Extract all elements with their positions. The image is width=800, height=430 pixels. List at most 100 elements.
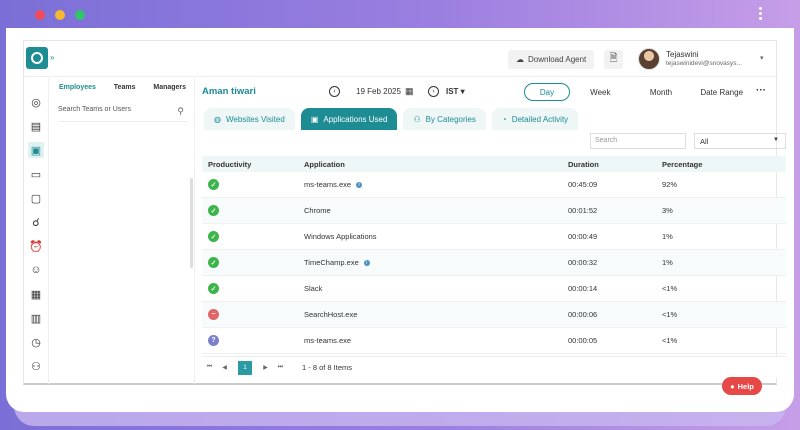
calendar-icon[interactable]: ▥ bbox=[28, 310, 44, 326]
info-icon[interactable]: i bbox=[363, 259, 370, 266]
timezone-select[interactable]: IST ▾ bbox=[446, 87, 465, 96]
range-month-button[interactable]: Month bbox=[631, 88, 692, 97]
window-menu-icon[interactable] bbox=[757, 5, 763, 22]
main-content: Aman tiwari ‹ 19 Feb 2025 ▦ › IST ▾ Day … bbox=[196, 78, 786, 384]
activity-icon[interactable]: ▣ bbox=[28, 142, 44, 158]
table-row[interactable]: − SearchHost.exe 00:00:06 <1% bbox=[202, 302, 786, 328]
info-icon[interactable]: i bbox=[356, 181, 363, 188]
caret-down-icon: ▼ bbox=[773, 137, 779, 143]
table-row[interactable]: ✓ Windows Applications 00:00:49 1% bbox=[202, 224, 786, 250]
duration-cell: 00:00:05 bbox=[568, 336, 598, 345]
alarm-icon[interactable]: ⏰ bbox=[28, 238, 44, 254]
next-page-icon[interactable]: ▶ bbox=[258, 364, 273, 371]
user-menu[interactable]: Tejaswini tejaswinidevi@snovasys... ▾ bbox=[634, 48, 774, 70]
minus-circle-icon: − bbox=[208, 309, 219, 320]
table-row[interactable]: ✓ ms-teams.exe i 00:45:09 92% bbox=[202, 172, 786, 198]
employee-name: Aman tiwari bbox=[202, 86, 256, 97]
reports-icon[interactable]: ▤ bbox=[28, 118, 44, 134]
application-name: Slack bbox=[304, 284, 323, 293]
application-cell: TimeChamp.exe i bbox=[304, 258, 568, 267]
monitor-icon[interactable]: ▭ bbox=[28, 166, 44, 182]
apps-icon: ▣ bbox=[310, 114, 319, 124]
avatar bbox=[638, 48, 660, 70]
table-search-input[interactable]: Search bbox=[590, 133, 686, 149]
app-logo-icon[interactable] bbox=[26, 47, 48, 69]
last-page-icon[interactable]: ⏭ bbox=[273, 364, 288, 371]
org-chart-icon[interactable]: ⚇ bbox=[28, 358, 44, 374]
check-circle-icon: ✓ bbox=[208, 283, 219, 294]
user-icon[interactable]: ☺ bbox=[28, 262, 44, 278]
application-name: ms-teams.exe bbox=[304, 336, 352, 345]
duration-cell: 00:00:49 bbox=[568, 232, 598, 241]
window-minimize-dot[interactable] bbox=[55, 10, 65, 20]
tab-websites-visited[interactable]: ◍ Websites Visited bbox=[204, 108, 295, 130]
duration-cell: 00:01:52 bbox=[568, 206, 598, 215]
document-icon[interactable]: 🗎 bbox=[604, 50, 623, 69]
question-circle-icon: ? bbox=[208, 335, 219, 346]
col-duration[interactable]: Duration bbox=[568, 160, 662, 169]
tab-label: Detailed Activity bbox=[511, 114, 569, 124]
calendar-picker-icon[interactable]: ▦ bbox=[405, 86, 414, 97]
team-user-search-input[interactable]: Search Teams or Users ⚲ bbox=[58, 106, 188, 122]
timezone-label: IST bbox=[446, 87, 459, 96]
next-date-icon[interactable]: › bbox=[428, 86, 439, 97]
chevron-down-icon: ▾ bbox=[760, 55, 764, 62]
check-circle-icon: ✓ bbox=[208, 205, 219, 216]
tab-employees[interactable]: Employees bbox=[59, 84, 96, 98]
table-row[interactable]: ? ms-teams.exe 00:00:05 <1% bbox=[202, 328, 786, 354]
col-application[interactable]: Application bbox=[304, 160, 568, 169]
application-name: ms-teams.exe bbox=[304, 180, 352, 189]
expand-arrows-icon[interactable]: » bbox=[50, 53, 54, 62]
productivity-cell: ✓ bbox=[202, 283, 304, 294]
briefcase-icon[interactable]: ▦ bbox=[28, 286, 44, 302]
app-frame: » ☁ Download Agent 🗎 Tejaswini tejaswini… bbox=[23, 40, 786, 385]
check-circle-icon: ✓ bbox=[208, 257, 219, 268]
range-week-button[interactable]: Week bbox=[570, 88, 631, 97]
table-row[interactable]: ✓ Slack 00:00:14 <1% bbox=[202, 276, 786, 302]
tab-teams[interactable]: Teams bbox=[114, 84, 136, 98]
range-date-range-button[interactable]: Date Range bbox=[691, 88, 752, 97]
lightbulb-icon[interactable]: ☌ bbox=[28, 214, 44, 230]
percentage-cell: 3% bbox=[662, 206, 673, 215]
check-circle-icon: ✓ bbox=[208, 231, 219, 242]
prev-date-icon[interactable]: ‹ bbox=[329, 86, 340, 97]
percentage-cell: <1% bbox=[662, 336, 678, 345]
percentage-cell: 92% bbox=[662, 180, 678, 189]
tab-label: Applications Used bbox=[323, 114, 388, 124]
tab-detailed-activity[interactable]: ◔ Detailed Activity bbox=[491, 108, 579, 130]
productivity-cell: ✓ bbox=[202, 179, 304, 190]
search-placeholder: Search Teams or Users bbox=[58, 106, 132, 113]
table-header: Productivity Application Duration Percen… bbox=[202, 156, 786, 172]
dashboard-icon[interactable]: ◎ bbox=[28, 94, 44, 110]
productivity-filter-select[interactable]: All ▼ bbox=[694, 133, 786, 149]
percentage-cell: 1% bbox=[662, 232, 673, 241]
tab-managers[interactable]: Managers bbox=[153, 84, 186, 98]
duration-cell: 00:00:06 bbox=[568, 310, 598, 319]
filter-value: All bbox=[700, 137, 709, 146]
tab-by-categories[interactable]: ⚇ By Categories bbox=[403, 108, 486, 130]
application-name: TimeChamp.exe bbox=[304, 258, 359, 267]
application-name: SearchHost.exe bbox=[304, 310, 358, 319]
applications-table: Productivity Application Duration Percen… bbox=[202, 156, 786, 354]
prev-page-icon[interactable]: ◀ bbox=[217, 364, 232, 371]
col-percentage[interactable]: Percentage bbox=[662, 160, 786, 169]
tv-icon[interactable]: ▢ bbox=[28, 190, 44, 206]
range-day-button[interactable]: Day bbox=[524, 83, 570, 101]
user-email: tejaswinidevi@snovasys... bbox=[666, 60, 742, 67]
current-page[interactable]: 1 bbox=[238, 360, 252, 375]
help-button[interactable]: ● Help bbox=[722, 377, 762, 395]
table-row[interactable]: ✓ Chrome 00:01:52 3% bbox=[202, 198, 786, 224]
panel-scrollbar[interactable] bbox=[190, 178, 193, 268]
download-agent-button[interactable]: ☁ Download Agent bbox=[508, 50, 595, 69]
first-page-icon[interactable]: ⏮ bbox=[202, 364, 217, 371]
more-options-icon[interactable]: ··· bbox=[756, 85, 766, 96]
activity-tabs: ◍ Websites Visited ▣ Applications Used ⚇ By… bbox=[204, 108, 579, 130]
tab-applications-used[interactable]: ▣ Applications Used bbox=[300, 108, 398, 130]
table-row[interactable]: ✓ TimeChamp.exe i 00:00:32 1% bbox=[202, 250, 786, 276]
col-productivity[interactable]: Productivity bbox=[202, 160, 304, 169]
window-close-dot[interactable] bbox=[35, 10, 45, 20]
window-maximize-dot[interactable] bbox=[75, 10, 85, 20]
range-selector: Day Week Month Date Range bbox=[524, 83, 752, 101]
duration-cell: 00:45:09 bbox=[568, 180, 598, 189]
clock-icon[interactable]: ◷ bbox=[28, 334, 44, 350]
